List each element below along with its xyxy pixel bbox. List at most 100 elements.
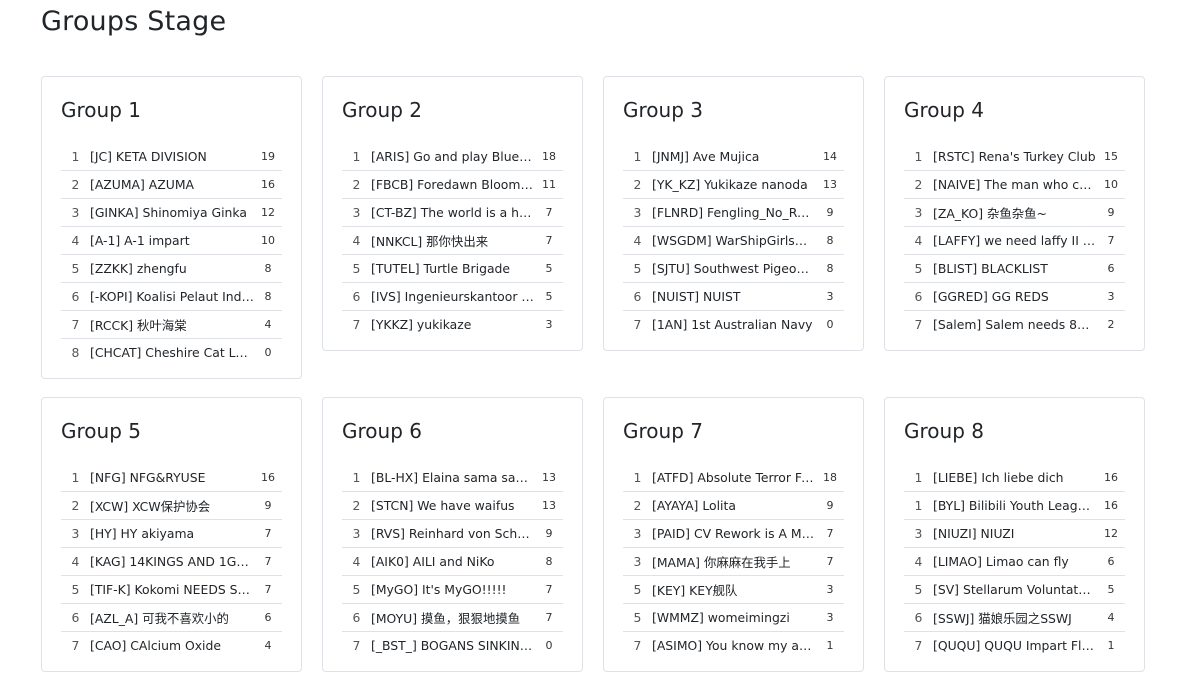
team-name[interactable]: [QUQU] QUQU Impart Fleet <box>933 638 1097 653</box>
team-name[interactable]: [STCN] We have waifus <box>371 498 535 513</box>
team-name[interactable]: [JNMJ] Ave Mujica <box>652 149 816 164</box>
standings-row[interactable]: 6 [MOYU] 摸鱼，狠狠地摸鱼 7 <box>342 604 563 632</box>
standings-row[interactable]: 7 [QUQU] QUQU Impart Fleet 1 <box>904 632 1125 659</box>
team-name[interactable]: [JC] KETA DIVISION <box>90 149 254 164</box>
team-name[interactable]: [BL-HX] Elaina sama saved… <box>371 470 535 485</box>
standings-row[interactable]: 7 [YKKZ] yukikaze 3 <box>342 311 563 338</box>
team-name[interactable]: [-KOPI] Koalisi Pelaut Indo… <box>90 289 254 304</box>
team-name[interactable]: [NNKCL] 那你快出来 <box>371 232 535 250</box>
standings-row[interactable]: 4 [LAFFY] we need laffy II in … 7 <box>904 227 1125 255</box>
team-name[interactable]: [_BST_] BOGANS SINKIN T… <box>371 638 535 653</box>
team-name[interactable]: [ATFD] Absolute Terror Field <box>652 470 816 485</box>
standings-row[interactable]: 5 [MyGO] It's MyGO!!!!! 7 <box>342 576 563 604</box>
standings-row[interactable]: 4 [AIK0] AILI and NiKo 8 <box>342 548 563 576</box>
team-name[interactable]: [AZL_A] 可我不喜欢小的 <box>90 609 254 627</box>
standings-row[interactable]: 1 [RSTC] Rena's Turkey Club 15 <box>904 143 1125 171</box>
standings-row[interactable]: 4 [LIMAO] Limao can fly 6 <box>904 548 1125 576</box>
standings-row[interactable]: 1 [BYL] Bilibili Youth League… 16 <box>904 492 1125 520</box>
standings-row[interactable]: 3 [HY] HY akiyama 7 <box>61 520 282 548</box>
standings-row[interactable]: 4 [NNKCL] 那你快出来 7 <box>342 227 563 255</box>
team-name[interactable]: [HY] HY akiyama <box>90 526 254 541</box>
team-name[interactable]: [LIMAO] Limao can fly <box>933 554 1097 569</box>
standings-row[interactable]: 6 [-KOPI] Koalisi Pelaut Indo… 8 <box>61 283 282 311</box>
standings-row[interactable]: 4 [A-1] A-1 impart 10 <box>61 227 282 255</box>
standings-row[interactable]: 7 [Salem] Salem needs 80% … 2 <box>904 311 1125 338</box>
standings-row[interactable]: 1 [JNMJ] Ave Mujica 14 <box>623 143 844 171</box>
team-name[interactable]: [WSGDM] WarShipGirlsDe… <box>652 233 816 248</box>
standings-row[interactable]: 2 [AYAYA] Lolita 9 <box>623 492 844 520</box>
team-name[interactable]: [FBCB] Foredawn Bloomin… <box>371 177 535 192</box>
team-name[interactable]: [SJTU] Southwest Pigeon … <box>652 261 816 276</box>
standings-row[interactable]: 6 [GGRED] GG REDS 3 <box>904 283 1125 311</box>
standings-row[interactable]: 1 [JC] KETA DIVISION 19 <box>61 143 282 171</box>
standings-row[interactable]: 6 [NUIST] NUIST 3 <box>623 283 844 311</box>
team-name[interactable]: [MyGO] It's MyGO!!!!! <box>371 582 535 597</box>
team-name[interactable]: [A-1] A-1 impart <box>90 233 254 248</box>
standings-row[interactable]: 8 [CHCAT] Cheshire Cat Lov… 0 <box>61 339 282 366</box>
team-name[interactable]: [WMMZ] womeimingzi <box>652 610 816 625</box>
standings-row[interactable]: 1 [LIEBE] Ich liebe dich 16 <box>904 464 1125 492</box>
standings-row[interactable]: 5 [SV] Stellarum Voluntatem 5 <box>904 576 1125 604</box>
standings-row[interactable]: 2 [YK_KZ] Yukikaze nanoda 13 <box>623 171 844 199</box>
standings-row[interactable]: 3 [RVS] Reinhard von Scheer 9 <box>342 520 563 548</box>
team-name[interactable]: [NFG] NFG&RYUSE <box>90 470 254 485</box>
team-name[interactable]: [1AN] 1st Australian Navy <box>652 317 816 332</box>
team-name[interactable]: [Salem] Salem needs 80% … <box>933 317 1097 332</box>
standings-row[interactable]: 3 [NIUZI] NIUZI 12 <box>904 520 1125 548</box>
team-name[interactable]: [SSWJ] 猫娘乐园之SSWJ <box>933 609 1097 627</box>
team-name[interactable]: [YKKZ] yukikaze <box>371 317 535 332</box>
standings-row[interactable]: 4 [WSGDM] WarShipGirlsDe… 8 <box>623 227 844 255</box>
team-name[interactable]: [LAFFY] we need laffy II in … <box>933 233 1097 248</box>
team-name[interactable]: [GINKA] Shinomiya Ginka <box>90 205 254 220</box>
standings-row[interactable]: 1 [ATFD] Absolute Terror Field 18 <box>623 464 844 492</box>
team-name[interactable]: [YK_KZ] Yukikaze nanoda <box>652 177 816 192</box>
standings-row[interactable]: 7 [RCCK] 秋叶海棠 4 <box>61 311 282 339</box>
team-name[interactable]: [MAMA] 你麻麻在我手上 <box>652 553 816 571</box>
team-name[interactable]: [AYAYA] Lolita <box>652 498 816 513</box>
standings-row[interactable]: 3 [PAID] CV Rework is A Mist… 7 <box>623 520 844 548</box>
team-name[interactable]: [RSTC] Rena's Turkey Club <box>933 149 1097 164</box>
standings-row[interactable]: 1 [ARIS] Go and play Blue Ar… 18 <box>342 143 563 171</box>
team-name[interactable]: [BYL] Bilibili Youth League… <box>933 498 1097 513</box>
standings-row[interactable]: 2 [FBCB] Foredawn Bloomin… 11 <box>342 171 563 199</box>
standings-row[interactable]: 6 [AZL_A] 可我不喜欢小的 6 <box>61 604 282 632</box>
standings-row[interactable]: 7 [1AN] 1st Australian Navy 0 <box>623 311 844 338</box>
team-name[interactable]: [XCW] XCW保护协会 <box>90 497 254 515</box>
standings-row[interactable]: 3 [GINKA] Shinomiya Ginka 12 <box>61 199 282 227</box>
team-name[interactable]: [FLNRD] Fengling_No_Radar <box>652 205 816 220</box>
team-name[interactable]: [SV] Stellarum Voluntatem <box>933 582 1097 597</box>
team-name[interactable]: [ZA_KO] 杂鱼杂鱼~ <box>933 204 1097 222</box>
standings-row[interactable]: 7 [ASIMO] You know my ap… 1 <box>623 632 844 659</box>
team-name[interactable]: [MOYU] 摸鱼，狠狠地摸鱼 <box>371 609 535 627</box>
standings-row[interactable]: 5 [TUTEL] Turtle Brigade 5 <box>342 255 563 283</box>
standings-row[interactable]: 7 [CAO] CAlcium Oxide 4 <box>61 632 282 659</box>
team-name[interactable]: [AZUMA] AZUMA <box>90 177 254 192</box>
team-name[interactable]: [CT-BZ] The world is a hug… <box>371 205 535 220</box>
team-name[interactable]: [CHCAT] Cheshire Cat Lov… <box>90 345 254 360</box>
team-name[interactable]: [TUTEL] Turtle Brigade <box>371 261 535 276</box>
team-name[interactable]: [ARIS] Go and play Blue Ar… <box>371 149 535 164</box>
team-name[interactable]: [NAIVE] The man who cha… <box>933 177 1097 192</box>
standings-row[interactable]: 3 [FLNRD] Fengling_No_Radar 9 <box>623 199 844 227</box>
team-name[interactable]: [NUIST] NUIST <box>652 289 816 304</box>
standings-row[interactable]: 5 [WMMZ] womeimingzi 3 <box>623 604 844 632</box>
standings-row[interactable]: 4 [KAG] 14KINGS AND 1GANG 7 <box>61 548 282 576</box>
team-name[interactable]: [KAG] 14KINGS AND 1GANG <box>90 554 254 569</box>
team-name[interactable]: [KEY] KEY舰队 <box>652 581 816 599</box>
standings-row[interactable]: 5 [TIF-K] Kokomi NEEDS Spo… 7 <box>61 576 282 604</box>
standings-row[interactable]: 3 [CT-BZ] The world is a hug… 7 <box>342 199 563 227</box>
team-name[interactable]: [RVS] Reinhard von Scheer <box>371 526 535 541</box>
standings-row[interactable]: 5 [KEY] KEY舰队 3 <box>623 576 844 604</box>
standings-row[interactable]: 5 [ZZKK] zhengfu 8 <box>61 255 282 283</box>
standings-row[interactable]: 5 [SJTU] Southwest Pigeon … 8 <box>623 255 844 283</box>
team-name[interactable]: [BLIST] BLACKLIST <box>933 261 1097 276</box>
team-name[interactable]: [PAID] CV Rework is A Mist… <box>652 526 816 541</box>
standings-row[interactable]: 1 [BL-HX] Elaina sama saved… 13 <box>342 464 563 492</box>
standings-row[interactable]: 1 [NFG] NFG&RYUSE 16 <box>61 464 282 492</box>
team-name[interactable]: [NIUZI] NIUZI <box>933 526 1097 541</box>
standings-row[interactable]: 3 [MAMA] 你麻麻在我手上 7 <box>623 548 844 576</box>
team-name[interactable]: [LIEBE] Ich liebe dich <box>933 470 1097 485</box>
team-name[interactable]: [ASIMO] You know my ap… <box>652 638 816 653</box>
team-name[interactable]: [TIF-K] Kokomi NEEDS Spo… <box>90 582 254 597</box>
standings-row[interactable]: 6 [SSWJ] 猫娘乐园之SSWJ 4 <box>904 604 1125 632</box>
